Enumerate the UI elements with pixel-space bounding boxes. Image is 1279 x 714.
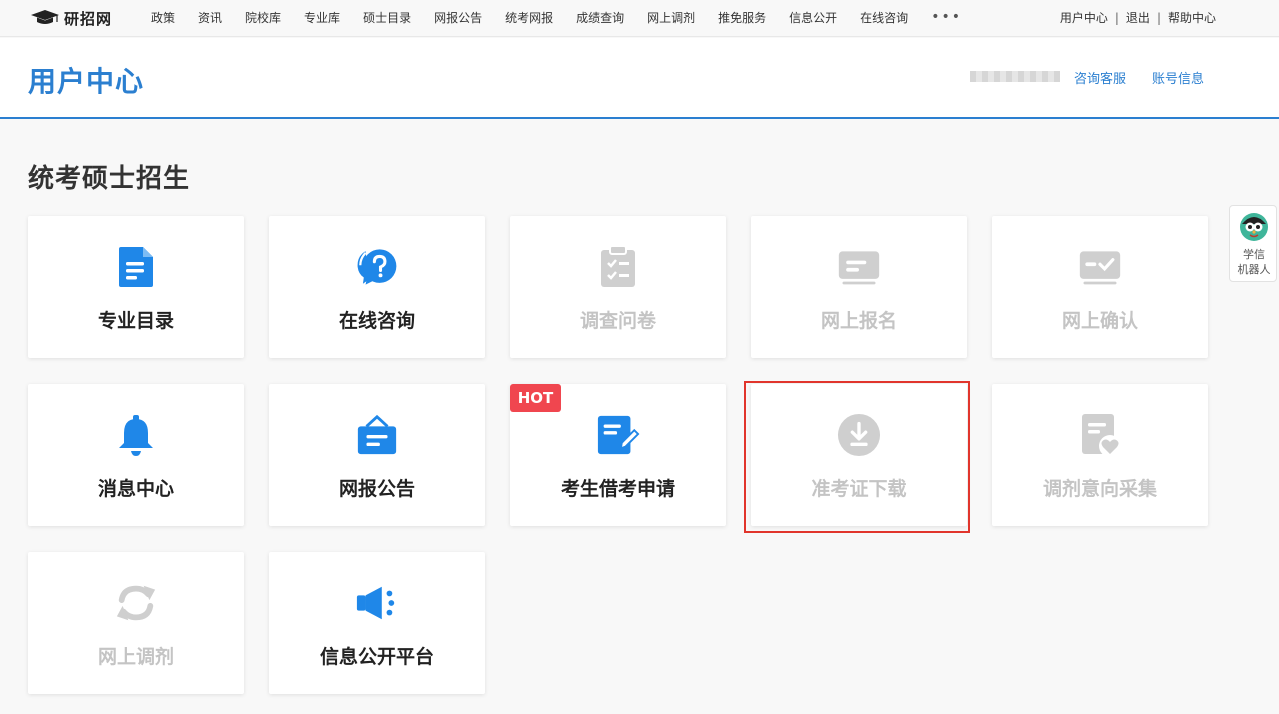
- account-info-link[interactable]: 账号信息: [1152, 68, 1204, 87]
- tile-label: 考生借考申请: [560, 478, 675, 500]
- tile-label: 网上报名: [820, 310, 897, 332]
- graduation-cap-icon: [31, 10, 59, 24]
- robot-avatar-icon: [1240, 213, 1268, 241]
- tile-label: 信息公开平台: [319, 646, 434, 668]
- more-nav-button[interactable]: •••: [931, 10, 962, 26]
- tile-online-consult[interactable]: 在线咨询: [269, 216, 485, 358]
- main-nav: 政策 资讯 院校库 专业库 硕士目录 网报公告 统考网报 成绩查询 网上调剂 推…: [151, 10, 962, 26]
- megaphone-icon: [356, 586, 395, 620]
- site-logo[interactable]: 研招网: [30, 8, 112, 28]
- nav-item-online-adjustment[interactable]: 网上调剂: [647, 10, 695, 26]
- tile-label: 准考证下载: [811, 478, 907, 500]
- robot-label-line2: 机器人: [1237, 263, 1271, 276]
- question-chat-icon: [357, 249, 397, 285]
- clipboard-check-icon: [601, 245, 635, 287]
- user-center-link[interactable]: 用户中心: [1060, 10, 1108, 26]
- tile-adjustment-intention[interactable]: 调剂意向采集: [992, 384, 1208, 526]
- tile-survey[interactable]: 调查问卷: [510, 216, 726, 358]
- tile-borrow-exam-application[interactable]: HOT 考生借考申请: [510, 384, 726, 526]
- nav-item-info-disclosure[interactable]: 信息公开: [789, 10, 837, 26]
- document-list-icon: [119, 247, 153, 287]
- nav-item-registration-notice[interactable]: 网报公告: [434, 10, 482, 26]
- page-header: 用户中心 咨询客服 账号信息: [0, 38, 1279, 119]
- help-center-link[interactable]: 帮助中心: [1168, 10, 1216, 26]
- tile-label: 消息中心: [97, 478, 174, 500]
- nav-item-recommendation[interactable]: 推免服务: [718, 10, 766, 26]
- logout-link[interactable]: 退出: [1126, 10, 1150, 26]
- robot-label-line1: 学信: [1243, 248, 1265, 261]
- nav-item-score-query[interactable]: 成绩查询: [576, 10, 624, 26]
- tile-info-disclosure-platform[interactable]: 信息公开平台: [269, 552, 485, 694]
- tile-label: 网上调剂: [97, 646, 174, 668]
- nav-item-policy[interactable]: 政策: [151, 10, 175, 26]
- tile-online-adjustment[interactable]: 网上调剂: [28, 552, 244, 694]
- tile-major-catalog[interactable]: 专业目录: [28, 216, 244, 358]
- top-right-links: 用户中心 | 退出 | 帮助中心: [1060, 10, 1216, 26]
- id-card-icon: [838, 251, 880, 285]
- xuexin-robot-button[interactable]: 学信 机器人: [1229, 205, 1277, 282]
- separator: |: [1114, 11, 1119, 25]
- tile-label: 网上确认: [1061, 310, 1138, 332]
- tile-online-confirm[interactable]: 网上确认: [992, 216, 1208, 358]
- nav-item-master-catalog[interactable]: 硕士目录: [363, 10, 411, 26]
- section-title: 统考硕士招生: [28, 164, 191, 194]
- card-check-icon: [1079, 251, 1121, 285]
- bell-icon: [119, 415, 153, 456]
- nav-item-majors[interactable]: 专业库: [304, 10, 340, 26]
- nav-item-unified-registration[interactable]: 统考网报: [505, 10, 553, 26]
- nav-item-schools[interactable]: 院校库: [245, 10, 281, 26]
- tile-label: 调查问卷: [579, 310, 656, 332]
- tile-label: 在线咨询: [338, 310, 415, 332]
- tile-admission-ticket-download[interactable]: 准考证下载: [751, 384, 967, 526]
- nav-item-news[interactable]: 资讯: [198, 10, 222, 26]
- blurred-username: [970, 71, 1060, 82]
- document-edit-icon: [597, 415, 640, 455]
- download-circle-icon: [837, 413, 881, 457]
- nav-item-online-consult[interactable]: 在线咨询: [860, 10, 908, 26]
- consult-service-link[interactable]: 咨询客服: [1074, 68, 1126, 87]
- tile-label: 调剂意向采集: [1042, 478, 1157, 500]
- refresh-arrows-icon: [116, 585, 156, 621]
- notice-board-icon: [357, 414, 397, 455]
- tile-message-center[interactable]: 消息中心: [28, 384, 244, 526]
- document-heart-icon: [1082, 414, 1121, 457]
- tile-label: 专业目录: [97, 310, 174, 332]
- separator: |: [1156, 11, 1161, 25]
- tile-registration-notice[interactable]: 网报公告: [269, 384, 485, 526]
- hot-badge: HOT: [510, 384, 561, 412]
- top-navigation-bar: 研招网 政策 资讯 院校库 专业库 硕士目录 网报公告 统考网报 成绩查询 网上…: [0, 0, 1279, 37]
- page-title: 用户中心: [28, 65, 145, 98]
- logo-text: 研招网: [64, 9, 113, 28]
- tile-label: 网报公告: [338, 478, 415, 500]
- tile-online-registration[interactable]: 网上报名: [751, 216, 967, 358]
